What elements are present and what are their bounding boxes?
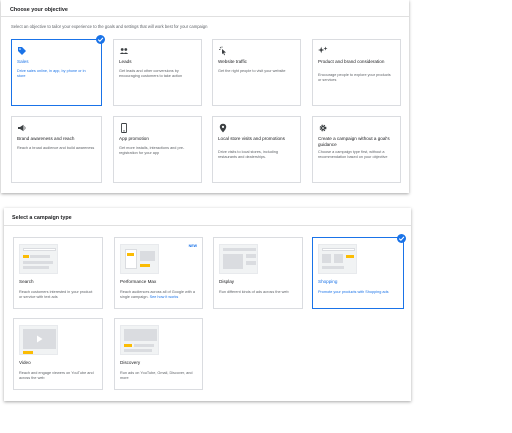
- objective-card-title: Website traffic: [218, 59, 247, 64]
- sparkle-icon: [318, 46, 328, 54]
- objective-card-app-promotion[interactable]: App promotion Get more installs, interac…: [113, 116, 202, 183]
- objective-card-product-consideration[interactable]: Product and brand consideration Encourag…: [312, 39, 401, 106]
- performance-max-thumbnail: [120, 244, 159, 274]
- selected-check-icon: [96, 35, 105, 44]
- campaign-card-search[interactable]: Search Reach customers interested in you…: [13, 237, 103, 309]
- objective-card-title: Leads: [119, 59, 132, 64]
- objective-card-local-store-visits[interactable]: Local store visits and promotions Drive …: [212, 116, 301, 183]
- campaign-card-title: Video: [19, 360, 31, 365]
- objective-card-sales[interactable]: Sales Drive sales online, in app, by pho…: [11, 39, 102, 106]
- objective-card-desc: Get leads and other conversions by encou…: [119, 69, 183, 78]
- objective-card-title: App promotion: [119, 136, 149, 141]
- campaign-card-desc: Reach audiences across all of Google wit…: [120, 290, 196, 299]
- campaign-card-display[interactable]: Display Run different kinds of ads acros…: [213, 237, 303, 309]
- objective-panel-subtitle: Select an objective to tailor your exper…: [11, 24, 208, 29]
- campaign-card-desc: Reach and engage viewers on YouTube and …: [19, 371, 94, 380]
- objective-card-desc: Drive sales online, in app, by phone or …: [17, 69, 86, 78]
- gear-icon: [319, 124, 327, 132]
- phone-icon: [121, 123, 127, 133]
- discovery-thumbnail: [120, 325, 159, 355]
- objective-card-title: Sales: [17, 59, 29, 64]
- objective-card-desc: Reach a broad audience and build awarene…: [17, 146, 95, 150]
- objective-card-desc: Encourage people to explore your product…: [318, 73, 391, 82]
- shopping-thumbnail: [318, 244, 357, 274]
- video-thumbnail: [19, 325, 58, 355]
- play-icon: [37, 335, 43, 343]
- see-how-it-works-link[interactable]: See how it works: [150, 295, 179, 299]
- campaign-panel-title: Select a campaign type: [12, 215, 72, 221]
- campaign-card-title: Display: [219, 279, 235, 284]
- campaign-card-discovery[interactable]: Discovery Run ads on YouTube, Gmail, Dis…: [114, 318, 203, 390]
- campaign-card-desc: Reach customers interested in your produ…: [19, 290, 93, 299]
- objective-card-title: Local store visits and promotions: [218, 136, 285, 141]
- objective-card-desc: Get more installs, interactions and pre-…: [119, 146, 185, 155]
- objective-card-title: Create a campaign without a goal's guida…: [318, 136, 390, 147]
- objective-panel: Choose your objective Select an objectiv…: [1, 0, 409, 193]
- objective-card-brand-awareness[interactable]: Brand awareness and reach Reach a broad …: [11, 116, 102, 183]
- campaign-type-panel: Select a campaign type Search Reach cust…: [4, 208, 411, 401]
- campaign-card-title: Search: [19, 279, 34, 284]
- divider: [1, 16, 409, 17]
- new-badge: NEW: [188, 244, 197, 248]
- tag-icon: [18, 47, 26, 55]
- campaign-card-title: Performance Max: [120, 279, 157, 284]
- selected-check-icon: [397, 234, 406, 243]
- campaign-card-title: Discovery: [120, 360, 141, 365]
- objective-card-desc: Drive visits to local stores, including …: [218, 150, 278, 159]
- campaign-card-performance-max[interactable]: NEW Performance Max Reach audiences acro…: [114, 237, 203, 309]
- megaphone-icon: [18, 124, 26, 132]
- location-pin-icon: [219, 123, 227, 133]
- campaign-card-video[interactable]: Video Reach and engage viewers on YouTub…: [13, 318, 103, 390]
- divider: [4, 225, 411, 226]
- cursor-click-icon: [219, 46, 226, 56]
- objective-card-no-goal[interactable]: Create a campaign without a goal's guida…: [312, 116, 401, 183]
- objective-card-website-traffic[interactable]: Website traffic Get the right people to …: [212, 39, 301, 106]
- campaign-card-desc: Run ads on YouTube, Gmail, Discover, and…: [120, 371, 193, 380]
- display-thumbnail: [219, 244, 258, 274]
- objective-card-title: Brand awareness and reach: [17, 136, 75, 141]
- campaign-card-title: Shopping: [318, 279, 338, 284]
- campaign-card-desc: Run different kinds of ads across the we…: [219, 290, 289, 294]
- objective-card-desc: Get the right people to visit your websi…: [218, 69, 286, 73]
- objective-card-desc: Choose a campaign type first, without a …: [318, 150, 388, 159]
- search-thumbnail: [19, 244, 58, 274]
- objective-card-leads[interactable]: Leads Get leads and other conversions by…: [113, 39, 202, 106]
- campaign-card-shopping[interactable]: Shopping Promote your products with Shop…: [312, 237, 404, 309]
- objective-panel-title: Choose your objective: [10, 7, 68, 13]
- objective-card-title: Product and brand consideration: [318, 59, 385, 64]
- people-icon: [119, 48, 129, 54]
- campaign-card-desc: Promote your products with Shopping ads: [318, 290, 389, 294]
